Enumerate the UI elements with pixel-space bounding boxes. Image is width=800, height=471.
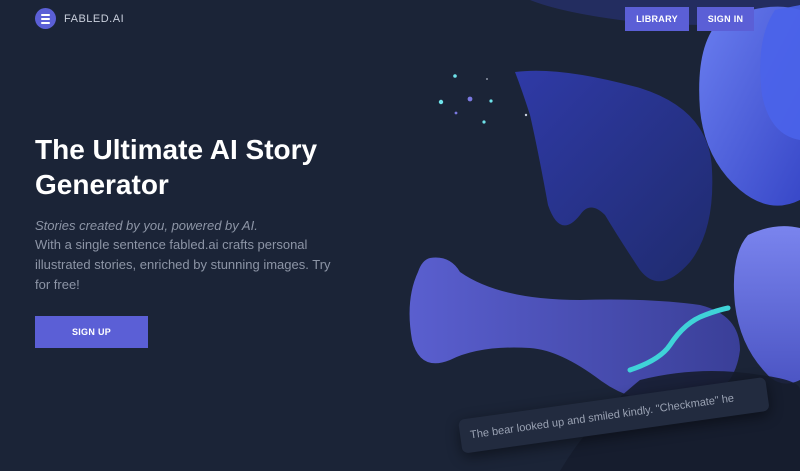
sign-up-button[interactable]: SIGN UP bbox=[35, 316, 148, 348]
center-blob-shape bbox=[515, 70, 713, 282]
brand-logo[interactable]: FABLED.AI bbox=[35, 8, 124, 29]
star-dot bbox=[524, 113, 528, 117]
hero-tagline: Stories created by you, powered by AI. bbox=[35, 218, 258, 233]
landing-page: FABLED.AI LIBRARY SIGN IN The Ultimate A… bbox=[0, 0, 800, 471]
star-dot bbox=[438, 99, 444, 105]
star-dot bbox=[489, 99, 493, 103]
star-dot bbox=[453, 74, 457, 78]
brand-name: FABLED.AI bbox=[64, 12, 125, 25]
star-dot bbox=[486, 78, 488, 80]
hero-description: With a single sentence fabled.ai crafts … bbox=[35, 237, 331, 292]
hero-title: The Ultimate AI Story Generator bbox=[35, 134, 318, 200]
right-mid-blob-shape bbox=[733, 226, 800, 384]
star-dot bbox=[454, 111, 458, 115]
library-button[interactable]: LIBRARY bbox=[625, 7, 689, 31]
menu-icon[interactable] bbox=[35, 8, 56, 29]
star-dot bbox=[482, 120, 486, 124]
star-dot bbox=[467, 96, 473, 102]
sign-in-button[interactable]: SIGN IN bbox=[697, 7, 754, 31]
